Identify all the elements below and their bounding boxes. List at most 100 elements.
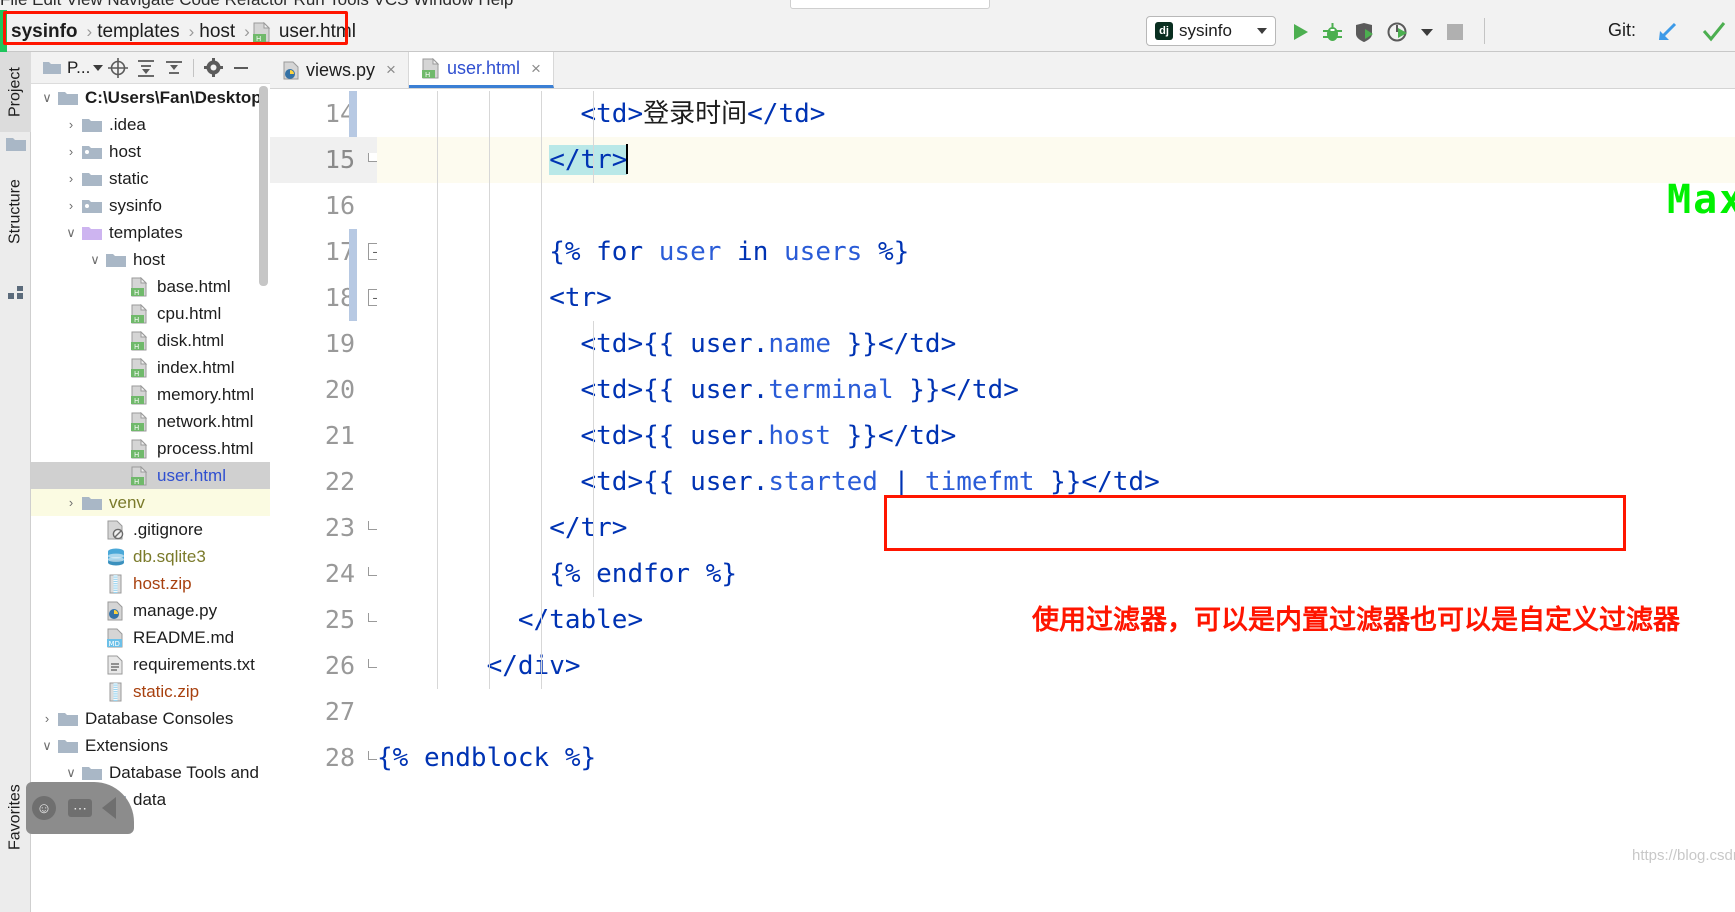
chevron-down-icon[interactable]: ∨ — [61, 225, 81, 241]
back-arrow-icon[interactable] — [102, 797, 116, 819]
tree-node-host[interactable]: ∨ host — [31, 246, 270, 273]
update-project-button[interactable] — [1655, 20, 1679, 44]
tree-node-requirements-txt[interactable]: requirements.txt — [31, 651, 270, 678]
chevron-down-icon[interactable]: ∨ — [37, 738, 57, 754]
tree-node-process-html[interactable]: Hprocess.html — [31, 435, 270, 462]
editor-tab-user-html[interactable]: H user.html × — [408, 52, 554, 88]
editor-gutter[interactable]: 14151617−18−19202122232425262728 — [270, 89, 385, 912]
tree-node-index-html[interactable]: Hindex.html — [31, 354, 270, 381]
tree-node-host-zip[interactable]: host.zip — [31, 570, 270, 597]
editor-area: views.py × H user.html × 14151617−18−192… — [270, 52, 1735, 912]
chevron-down-icon[interactable]: ∨ — [37, 90, 57, 106]
code-line-22[interactable]: <td>{{ user.started | timefmt }}</td> — [377, 459, 1160, 505]
scroll-from-source-button[interactable] — [105, 55, 131, 81]
tree-node-readme-md[interactable]: MD README.md — [31, 624, 270, 651]
tree-node-host[interactable]: › host — [31, 138, 270, 165]
tree-node-static[interactable]: › static — [31, 165, 270, 192]
tree-node-templates[interactable]: ∨ templates — [31, 219, 270, 246]
hide-button[interactable] — [228, 55, 254, 81]
tree-node-memory-html[interactable]: Hmemory.html — [31, 381, 270, 408]
tree-node-db-sqlite3[interactable]: db.sqlite3 — [31, 543, 270, 570]
more-options-icon[interactable]: ⋯ — [68, 799, 92, 817]
breadcrumb[interactable]: sysinfo › templates › host › H user.html — [8, 18, 363, 46]
breadcrumb-item-host[interactable]: host — [196, 21, 242, 43]
profile-dropdown-chevron-down-icon[interactable] — [1415, 20, 1439, 44]
folder-icon[interactable] — [39, 55, 65, 81]
tree-node-disk-html[interactable]: Hdisk.html — [31, 327, 270, 354]
indent-guide — [541, 91, 542, 689]
code-line-24[interactable]: {% endfor %} — [377, 551, 737, 597]
profile-button[interactable] — [1386, 20, 1410, 44]
debug-button[interactable] — [1320, 20, 1344, 44]
chevron-down-icon[interactable]: ∨ — [61, 765, 81, 781]
project-view-selector[interactable]: P... — [67, 58, 104, 78]
code-line-20[interactable]: <td>{{ user.terminal }}</td> — [377, 367, 1019, 413]
tree-node-network-html[interactable]: Hnetwork.html — [31, 408, 270, 435]
code-line-23[interactable]: </tr> — [377, 505, 627, 551]
chevron-right-icon[interactable]: › — [61, 171, 81, 186]
gutter-change-marker[interactable] — [349, 91, 357, 137]
tool-tab-project[interactable]: Project — [0, 52, 31, 132]
tree-node-user-html[interactable]: Huser.html — [31, 462, 270, 489]
tree-node-static-zip[interactable]: static.zip — [31, 678, 270, 705]
browser-tab-ghost — [790, 0, 990, 9]
code-line-28[interactable]: {% endblock %} — [377, 735, 596, 781]
run-configuration-selector[interactable]: dj sysinfo — [1146, 16, 1276, 46]
gear-icon[interactable] — [200, 55, 226, 81]
menu-bar[interactable]: File Edit View Navigate Code Refactor Ru… — [0, 0, 1190, 13]
code-token: timefmt — [924, 467, 1035, 497]
expand-all-button[interactable] — [133, 55, 159, 81]
html-file-icon: H — [129, 276, 151, 297]
code-line-26[interactable]: </div> — [377, 643, 581, 689]
commit-button[interactable] — [1702, 20, 1726, 44]
breadcrumb-item-templates[interactable]: templates — [94, 21, 186, 43]
breadcrumb-item-sysinfo[interactable]: sysinfo — [8, 21, 85, 43]
tree-node-label: cpu.html — [157, 303, 222, 323]
stop-button[interactable] — [1443, 20, 1467, 44]
code-token: {% — [549, 237, 597, 267]
tree-node-idea[interactable]: › .idea — [31, 111, 270, 138]
code-token: }} — [1034, 467, 1082, 497]
tree-node-label: Database Tools and — [109, 762, 259, 782]
chevron-right-icon[interactable]: › — [61, 198, 81, 213]
tool-tab-structure[interactable]: Structure — [0, 162, 31, 262]
code-line-15[interactable]: </tr> — [377, 137, 1735, 183]
close-icon[interactable]: × — [531, 59, 541, 79]
tree-node-c-users-fan-desktop[interactable]: ∨ C:\Users\Fan\Desktop\ — [31, 84, 270, 111]
tree-node-manage-py[interactable]: manage.py — [31, 597, 270, 624]
tree-node-base-html[interactable]: Hbase.html — [31, 273, 270, 300]
code-content[interactable]: <td>登录时间</td> </tr> {% for user in users… — [377, 89, 1735, 912]
tree-node-venv[interactable]: › venv — [31, 489, 270, 516]
collapse-all-button[interactable] — [161, 55, 187, 81]
html-file-icon: H — [129, 303, 151, 324]
code-line-18[interactable]: <tr> — [377, 275, 612, 321]
chevron-right-icon[interactable]: › — [37, 711, 57, 726]
chevron-down-icon[interactable]: ∨ — [85, 252, 105, 268]
gutter-change-marker[interactable] — [349, 229, 357, 321]
svg-text:H: H — [134, 289, 139, 297]
tree-node-gitignore[interactable]: .gitignore — [31, 516, 270, 543]
chevron-right-icon[interactable]: › — [61, 117, 81, 132]
chevron-right-icon[interactable]: › — [61, 144, 81, 159]
run-coverage-button[interactable] — [1353, 20, 1377, 44]
chevron-right-icon[interactable]: › — [61, 495, 81, 510]
code-token: 登录时间 — [643, 99, 748, 129]
chevron-down-icon[interactable] — [1257, 28, 1267, 34]
tree-node-extensions[interactable]: ∨ Extensions — [31, 732, 270, 759]
code-line-25[interactable]: </table> — [377, 597, 643, 643]
tree-node-cpu-html[interactable]: Hcpu.html — [31, 300, 270, 327]
run-button[interactable] — [1288, 20, 1312, 44]
code-line-17[interactable]: {% for user in users %} — [377, 229, 909, 275]
close-icon[interactable]: × — [386, 60, 396, 80]
project-tree-scrollbar[interactable] — [259, 86, 268, 286]
editor-tab-views-py[interactable]: views.py × — [270, 52, 409, 88]
tree-node-sysinfo[interactable]: › sysinfo — [31, 192, 270, 219]
code-line-21[interactable]: <td>{{ user.host }}</td> — [377, 413, 957, 459]
code-line-14[interactable]: <td>登录时间</td> — [377, 91, 826, 137]
code-line-19[interactable]: <td>{{ user.name }}</td> — [377, 321, 957, 367]
breadcrumb-item-user-html[interactable]: user.html — [276, 21, 363, 43]
tree-node-database-consoles[interactable]: › Database Consoles — [31, 705, 270, 732]
emoji-icon[interactable]: ☺ — [32, 796, 56, 820]
tree-node-label: base.html — [157, 276, 231, 296]
code-token: . — [752, 467, 769, 497]
